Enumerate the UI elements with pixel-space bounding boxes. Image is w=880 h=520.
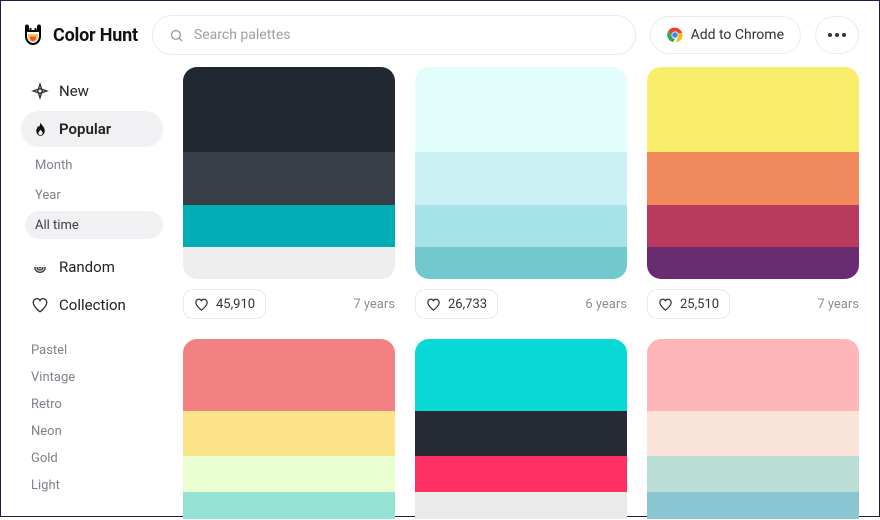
swatch-color[interactable] [183, 456, 395, 492]
subfilter-year[interactable]: Year [25, 181, 163, 209]
swatch-color[interactable] [647, 411, 859, 456]
like-button[interactable]: 25,510 [647, 289, 730, 319]
sidebar-item-label: Random [59, 258, 115, 276]
sidebar-item-label: New [59, 82, 89, 100]
subfilter-label: Month [35, 158, 72, 173]
swatch-color[interactable] [647, 456, 859, 492]
tag-vintage[interactable]: Vintage [21, 364, 163, 391]
brand[interactable]: Color Hunt [21, 23, 138, 47]
sidebar-item-label: Collection [59, 296, 126, 314]
palette-grid-container: 45,910 7 years 26,733 6 years 25,510 7 years [183, 67, 859, 520]
swatch-color[interactable] [647, 492, 859, 519]
palette-card: 45,910 7 years [183, 67, 395, 319]
palette-age: 7 years [353, 297, 395, 312]
swatch-color[interactable] [415, 456, 627, 492]
more-menu-button[interactable] [815, 16, 859, 54]
palette-swatch[interactable] [647, 339, 859, 519]
heart-outline-icon [426, 297, 441, 312]
palette-card [415, 339, 627, 519]
palette-age: 7 years [817, 297, 859, 312]
swatch-color[interactable] [415, 247, 627, 279]
app-header: Color Hunt Add to Chrome [1, 1, 879, 67]
search-bar[interactable] [152, 15, 636, 55]
tag-list: Pastel Vintage Retro Neon Gold Light [21, 337, 163, 499]
heart-outline-icon [31, 296, 49, 314]
spiral-icon [31, 258, 49, 276]
add-to-chrome-button[interactable]: Add to Chrome [650, 16, 801, 54]
swatch-color[interactable] [415, 152, 627, 205]
palette-swatch[interactable] [415, 339, 627, 519]
sidebar: New Popular Month Year All time Random C… [21, 67, 163, 520]
search-icon [169, 28, 184, 43]
subfilter-alltime[interactable]: All time [25, 211, 163, 239]
chrome-icon [667, 27, 683, 43]
swatch-color[interactable] [183, 67, 395, 152]
swatch-color[interactable] [183, 247, 395, 279]
search-input[interactable] [194, 27, 619, 43]
palette-meta: 45,910 7 years [183, 289, 395, 319]
swatch-color[interactable] [647, 339, 859, 411]
palette-card [647, 339, 859, 519]
flame-icon [31, 120, 49, 138]
swatch-color[interactable] [415, 205, 627, 247]
like-button[interactable]: 45,910 [183, 289, 266, 319]
palette-card: 26,733 6 years [415, 67, 627, 319]
palette-meta: 25,510 7 years [647, 289, 859, 319]
swatch-color[interactable] [415, 339, 627, 411]
swatch-color[interactable] [183, 492, 395, 519]
sidebar-item-label: Popular [59, 120, 111, 138]
swatch-color[interactable] [183, 339, 395, 411]
palette-swatch[interactable] [183, 339, 395, 519]
swatch-color[interactable] [183, 205, 395, 247]
swatch-color[interactable] [183, 152, 395, 205]
subfilter-label: All time [35, 218, 79, 233]
swatch-color[interactable] [647, 247, 859, 279]
tag-gold[interactable]: Gold [21, 445, 163, 472]
swatch-color[interactable] [415, 492, 627, 519]
popular-subfilters: Month Year All time [21, 151, 163, 239]
tag-pastel[interactable]: Pastel [21, 337, 163, 364]
palette-meta: 26,733 6 years [415, 289, 627, 319]
sidebar-item-new[interactable]: New [21, 73, 163, 109]
tag-retro[interactable]: Retro [21, 391, 163, 418]
add-to-chrome-label: Add to Chrome [691, 27, 784, 43]
tag-light[interactable]: Light [21, 472, 163, 499]
brand-name: Color Hunt [53, 25, 138, 46]
palette-age: 6 years [585, 297, 627, 312]
palette-card: 25,510 7 years [647, 67, 859, 319]
palette-swatch[interactable] [183, 67, 395, 279]
heart-outline-icon [658, 297, 673, 312]
sparkle-diamond-icon [31, 82, 49, 100]
sidebar-item-popular[interactable]: Popular [21, 111, 163, 147]
palette-swatch[interactable] [415, 67, 627, 279]
like-count: 26,733 [448, 297, 487, 312]
more-icon [828, 33, 846, 37]
swatch-color[interactable] [647, 205, 859, 247]
swatch-color[interactable] [647, 67, 859, 152]
palette-swatch[interactable] [647, 67, 859, 279]
like-count: 45,910 [216, 297, 255, 312]
sidebar-item-random[interactable]: Random [21, 249, 163, 285]
logo-icon [21, 23, 45, 47]
palette-grid: 45,910 7 years 26,733 6 years 25,510 7 years [183, 67, 859, 519]
swatch-color[interactable] [415, 411, 627, 456]
swatch-color[interactable] [415, 67, 627, 152]
palette-card [183, 339, 395, 519]
like-button[interactable]: 26,733 [415, 289, 498, 319]
heart-outline-icon [194, 297, 209, 312]
tag-neon[interactable]: Neon [21, 418, 163, 445]
sidebar-item-collection[interactable]: Collection [21, 287, 163, 323]
main-layout: New Popular Month Year All time Random C… [1, 67, 879, 520]
subfilter-month[interactable]: Month [25, 151, 163, 179]
swatch-color[interactable] [183, 411, 395, 456]
like-count: 25,510 [680, 297, 719, 312]
swatch-color[interactable] [647, 152, 859, 205]
subfilter-label: Year [35, 188, 61, 203]
